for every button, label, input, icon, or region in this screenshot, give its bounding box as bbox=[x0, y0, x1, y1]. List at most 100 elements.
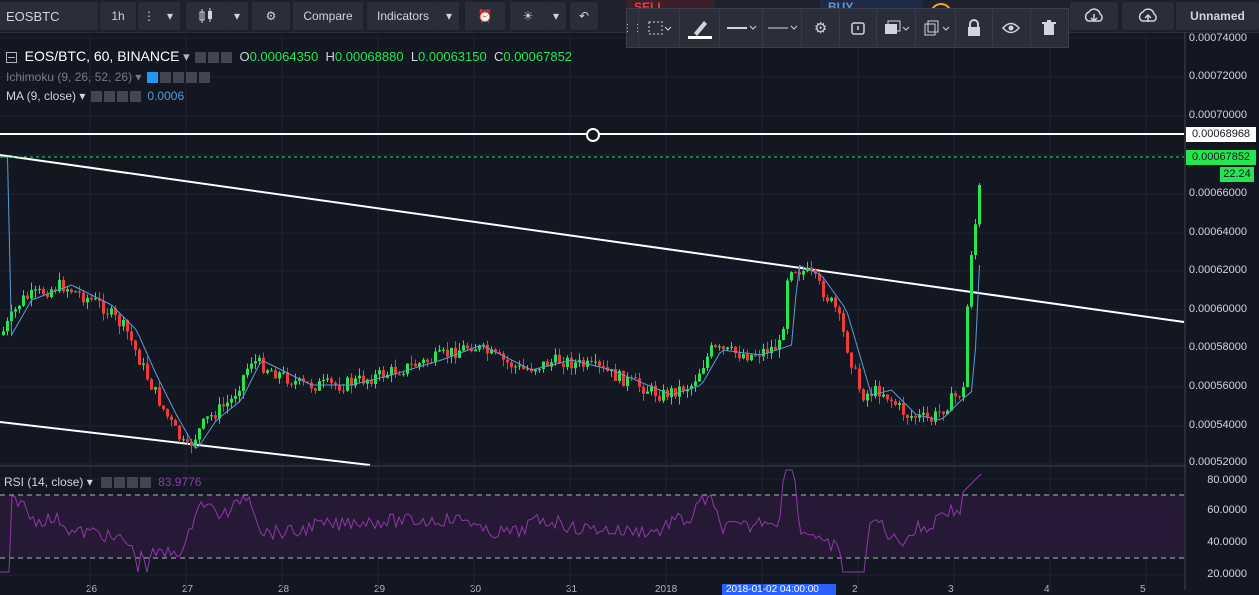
rsi-legend[interactable]: RSI (14, close) ▾ 83.9776 bbox=[4, 475, 201, 489]
candle-body bbox=[438, 350, 441, 352]
candle-body bbox=[158, 387, 161, 406]
rsi-settings-icon[interactable] bbox=[114, 477, 126, 489]
legend-more-icon[interactable] bbox=[221, 52, 233, 64]
candle-body bbox=[854, 367, 857, 369]
candle-body bbox=[566, 357, 569, 368]
ichimoku-legend[interactable]: Ichimoku (9, 26, 52, 26) ▾ bbox=[6, 70, 210, 84]
candle-body bbox=[722, 346, 725, 350]
ma-legend[interactable]: MA (9, close) ▾ 0.0006 bbox=[6, 89, 184, 103]
candle-body bbox=[254, 361, 257, 364]
drawing-alert-icon[interactable] bbox=[840, 9, 878, 47]
ma-add-icon[interactable] bbox=[116, 91, 128, 103]
candle-body bbox=[858, 368, 861, 390]
candle-body bbox=[246, 368, 249, 376]
candle-body bbox=[110, 308, 113, 315]
rsi-add-icon[interactable] bbox=[127, 477, 139, 489]
candle-body bbox=[422, 359, 425, 364]
candle-body bbox=[914, 416, 917, 418]
candle-body bbox=[898, 402, 901, 405]
candle-body bbox=[38, 288, 41, 290]
candle-body bbox=[622, 370, 625, 387]
candle-body bbox=[358, 375, 361, 379]
rsi-more-icon[interactable] bbox=[140, 477, 152, 489]
candle-body bbox=[118, 315, 121, 327]
ma-value: 0.0006 bbox=[147, 89, 185, 103]
clone-icon[interactable] bbox=[916, 9, 956, 47]
select-area-icon[interactable] bbox=[639, 9, 681, 47]
line-style-icon[interactable] bbox=[763, 9, 803, 47]
ichimoku-chevron-icon[interactable]: ▾ bbox=[135, 70, 141, 84]
candle-body bbox=[694, 381, 697, 386]
candle-body bbox=[226, 402, 229, 407]
price-chart[interactable] bbox=[0, 0, 1259, 590]
rsi-eye-icon[interactable] bbox=[101, 477, 113, 489]
candle-body bbox=[822, 280, 825, 298]
title-chevron-icon[interactable]: ▾ bbox=[179, 49, 190, 64]
candle-body bbox=[310, 382, 313, 389]
candle-body bbox=[82, 292, 85, 303]
symbol-title[interactable]: EOS/BTC, 60, BINANCE bbox=[25, 48, 180, 64]
candle-body bbox=[26, 295, 29, 299]
candle-body bbox=[742, 354, 745, 359]
candle-body bbox=[518, 365, 521, 367]
candle-body bbox=[754, 354, 757, 356]
candle-body bbox=[910, 416, 913, 418]
candle-body bbox=[94, 298, 97, 300]
candle-body bbox=[102, 300, 105, 314]
lock-icon[interactable] bbox=[956, 9, 994, 47]
candle-body bbox=[554, 354, 557, 363]
candle-body bbox=[558, 354, 561, 364]
candle-body bbox=[214, 415, 217, 419]
candle-body bbox=[846, 331, 849, 353]
ma-chevron-icon[interactable]: ▾ bbox=[79, 89, 85, 103]
candle-body bbox=[250, 363, 253, 369]
trash-icon[interactable] bbox=[1031, 9, 1068, 47]
ichimoku-add-icon[interactable] bbox=[172, 72, 184, 84]
candle-body bbox=[590, 360, 593, 362]
ichimoku-close-icon[interactable] bbox=[198, 72, 210, 84]
ichimoku-eye-icon[interactable] bbox=[146, 72, 158, 84]
candle-body bbox=[182, 439, 185, 441]
ma-eye-icon[interactable] bbox=[90, 91, 102, 103]
ichimoku-more-icon[interactable] bbox=[185, 72, 197, 84]
candle-body bbox=[850, 352, 853, 368]
candle-body bbox=[634, 377, 637, 379]
rsi-chevron-icon[interactable]: ▾ bbox=[87, 475, 93, 489]
candle-body bbox=[514, 366, 517, 368]
pencil-color-icon[interactable] bbox=[680, 9, 720, 47]
candle-body bbox=[466, 345, 469, 349]
collapse-icon[interactable] bbox=[6, 52, 17, 64]
candle-body bbox=[538, 369, 541, 371]
legend-settings-icon[interactable] bbox=[208, 52, 220, 64]
candle-body bbox=[282, 372, 285, 374]
candle-body bbox=[234, 396, 237, 399]
candle-body bbox=[242, 375, 245, 391]
legend-eye-icon[interactable] bbox=[195, 52, 207, 64]
eye-icon[interactable] bbox=[993, 9, 1031, 47]
candle-body bbox=[198, 428, 201, 440]
open-value: 0.00064350 bbox=[249, 49, 319, 64]
candle-body bbox=[462, 345, 465, 351]
lower-trend-line bbox=[0, 421, 371, 466]
candle-body bbox=[758, 355, 761, 357]
candle-body bbox=[22, 295, 25, 306]
candle-body bbox=[710, 345, 713, 357]
ma-settings-icon[interactable] bbox=[103, 91, 115, 103]
visual-order-icon[interactable] bbox=[877, 9, 917, 47]
candle-body bbox=[458, 350, 461, 358]
ma-more-icon[interactable] bbox=[129, 91, 141, 103]
drawing-settings-gear-icon[interactable]: ⚙ bbox=[802, 9, 840, 47]
low-key: L bbox=[410, 49, 419, 64]
candle-body bbox=[474, 349, 477, 352]
candle-body bbox=[402, 373, 405, 375]
line-width-icon[interactable] bbox=[720, 9, 763, 47]
candle-body bbox=[762, 348, 765, 357]
drag-handle-icon[interactable]: ⋮⋮ bbox=[623, 9, 643, 47]
candle-body bbox=[618, 370, 621, 381]
candle-body bbox=[18, 305, 21, 310]
horizontal-line-anchor[interactable] bbox=[586, 128, 600, 142]
ichimoku-settings-icon[interactable] bbox=[159, 72, 171, 84]
ichimoku-label: Ichimoku (9, 26, 52, 26) bbox=[6, 70, 133, 84]
candle-body bbox=[718, 346, 721, 348]
candle-body bbox=[966, 306, 969, 388]
